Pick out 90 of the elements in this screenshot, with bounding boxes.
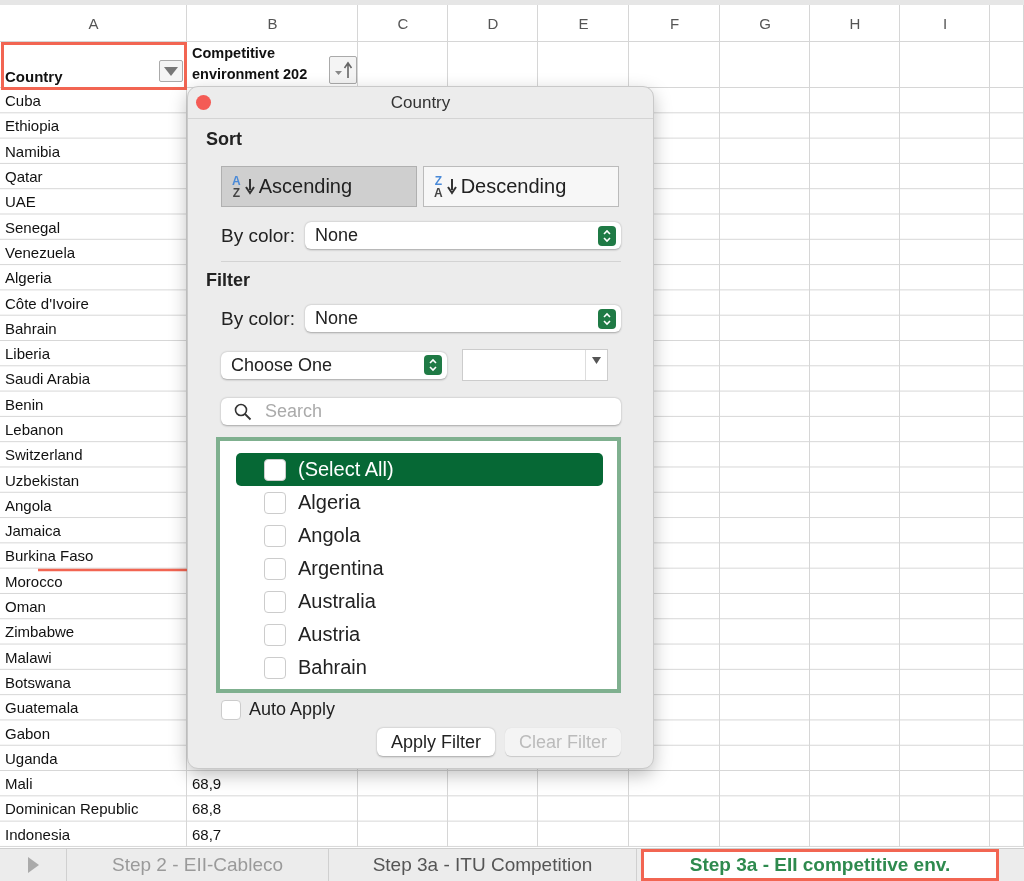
table-cell: Burkina Faso	[5, 547, 94, 565]
stepper-icon	[598, 308, 616, 329]
checkbox[interactable]	[264, 491, 286, 514]
table-cell: Guatemala	[5, 699, 79, 717]
search-icon	[234, 403, 252, 421]
value-combo-box[interactable]	[462, 349, 608, 381]
table-cell: Uzbekistan	[5, 471, 80, 489]
table-cell: Dominican Republic	[5, 800, 139, 818]
column-letter[interactable]: F	[669, 15, 680, 32]
table-cell: Ethiopia	[5, 117, 60, 135]
header-cell-text: Country	[5, 68, 63, 87]
column-letter[interactable]: B	[267, 15, 278, 32]
column-letter[interactable]: H	[849, 15, 861, 32]
sort-order-icon: Z A	[434, 174, 443, 199]
sort-arrow-icon	[333, 61, 353, 79]
column-letter[interactable]: C	[397, 15, 409, 32]
table-cell: 68,8	[192, 800, 222, 818]
close-button[interactable]	[196, 95, 211, 110]
table-cell: Uganda	[5, 749, 58, 767]
sort-button[interactable]: A Z Ascending	[221, 166, 417, 207]
table-cell: Venezuela	[5, 243, 76, 261]
column-letter[interactable]: I	[942, 15, 948, 32]
triangle-icon	[164, 66, 178, 76]
table-cell: Lebanon	[5, 421, 64, 438]
checkbox[interactable]	[264, 623, 286, 646]
column-letter[interactable]: E	[578, 15, 589, 32]
table-cell: Zimbabwe	[5, 623, 75, 641]
table-cell: Benin	[5, 395, 44, 413]
table-cell: Malawi	[5, 648, 52, 666]
down-arrow-icon	[244, 178, 255, 195]
down-arrow-icon	[446, 178, 457, 195]
color-dropdown[interactable]: None	[304, 305, 621, 332]
table-cell: Cuba	[5, 92, 41, 110]
checkbox[interactable]	[264, 590, 286, 613]
color-dropdown[interactable]: None	[304, 222, 621, 249]
list-item[interactable]: Argentina	[236, 552, 603, 585]
table-cell: Morocco	[5, 572, 63, 590]
sort-order-icon: A Z	[232, 174, 241, 199]
play-triangle-icon	[27, 857, 39, 873]
header-cell-text: Competitive environment 202	[192, 44, 309, 84]
stepper-icon	[424, 355, 442, 375]
table-cell: Bahrain	[5, 319, 57, 337]
table-cell: UAE	[5, 193, 36, 211]
table-cell: Jamaica	[5, 522, 61, 540]
filter-dropdown-button[interactable]	[159, 60, 183, 82]
table-cell: Indonesia	[5, 825, 71, 843]
list-item[interactable]: Austria	[236, 618, 603, 651]
checkbox[interactable]	[264, 656, 286, 679]
table-cell: Côte d'Ivoire	[5, 294, 89, 312]
section-heading: Filter	[206, 270, 251, 291]
table-cell: Qatar	[5, 168, 43, 186]
table-cell: 68,9	[192, 775, 222, 793]
table-cell: Botswana	[5, 673, 71, 691]
table-cell: Switzerland	[5, 446, 83, 464]
stepper-icon	[598, 225, 616, 246]
table-cell: Gabon	[5, 724, 51, 742]
list-item[interactable]: Australia	[236, 585, 603, 618]
field-label: By color:	[221, 224, 295, 247]
checkbox[interactable]	[221, 699, 241, 720]
table-cell: Oman	[5, 598, 46, 616]
table-cell: Mali	[5, 775, 33, 793]
checkbox[interactable]	[264, 458, 286, 481]
sheet-tab[interactable]: Step 3a - EII competitive env.	[641, 849, 999, 881]
table-cell: 68,7	[192, 825, 222, 843]
table-cell: Saudi Arabia	[5, 370, 91, 388]
checkbox[interactable]	[264, 557, 286, 580]
column-letter[interactable]: A	[88, 15, 99, 32]
list-item[interactable]: Angola	[236, 519, 603, 552]
sort-filter-button[interactable]	[329, 56, 357, 84]
sort-button[interactable]: Z A Descending	[423, 166, 619, 207]
table-cell: Liberia	[5, 345, 51, 363]
popup-title: Country	[390, 92, 451, 113]
column-letter[interactable]: G	[759, 15, 771, 32]
table-cell: Senegal	[5, 218, 61, 236]
section-heading: Sort	[206, 129, 243, 150]
condition-dropdown[interactable]: Choose One	[221, 351, 447, 379]
triangle-icon	[592, 357, 601, 364]
sheet-tab[interactable]: Step 3a - ITU Competition	[329, 849, 637, 881]
table-cell: Angola	[5, 496, 52, 514]
table-cell: Algeria	[5, 269, 52, 287]
list-item[interactable]: Bahrain	[236, 651, 603, 684]
list-item[interactable]: Algeria	[236, 486, 603, 519]
column-letter[interactable]: D	[487, 15, 499, 32]
search-field[interactable]: Search	[221, 398, 621, 425]
filter-button[interactable]: Apply Filter	[376, 728, 495, 756]
list-item[interactable]: (Select All)	[236, 453, 603, 486]
field-label: By color:	[221, 307, 295, 330]
table-cell: Namibia	[5, 142, 61, 160]
checkbox[interactable]	[264, 524, 286, 547]
checkbox-label: Auto Apply	[249, 699, 336, 720]
